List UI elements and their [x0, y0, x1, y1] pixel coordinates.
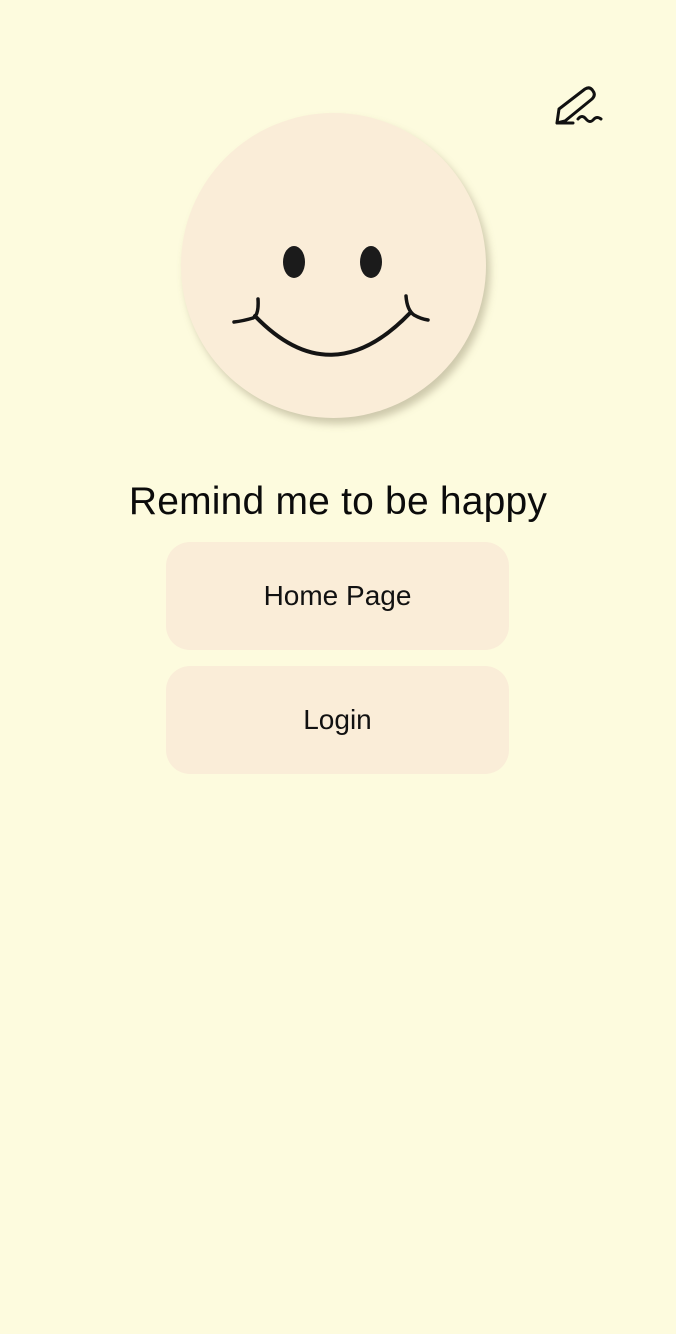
smile-mouth: [253, 311, 412, 357]
right-eye: [360, 246, 382, 278]
page-title: Remind me to be happy: [128, 480, 548, 523]
smiley-face-icon: [181, 113, 486, 418]
left-dimple: [232, 297, 260, 324]
login-button[interactable]: Login: [166, 666, 509, 774]
home-page-button[interactable]: Home Page: [166, 542, 509, 650]
left-eye: [283, 246, 305, 278]
edit-button[interactable]: [548, 80, 608, 136]
login-button-label: Login: [303, 704, 372, 735]
welcome-screen: Remind me to be happy Home Page Login: [0, 0, 676, 1334]
home-page-button-label: Home Page: [263, 580, 412, 611]
signature-pen-icon: [551, 83, 605, 134]
